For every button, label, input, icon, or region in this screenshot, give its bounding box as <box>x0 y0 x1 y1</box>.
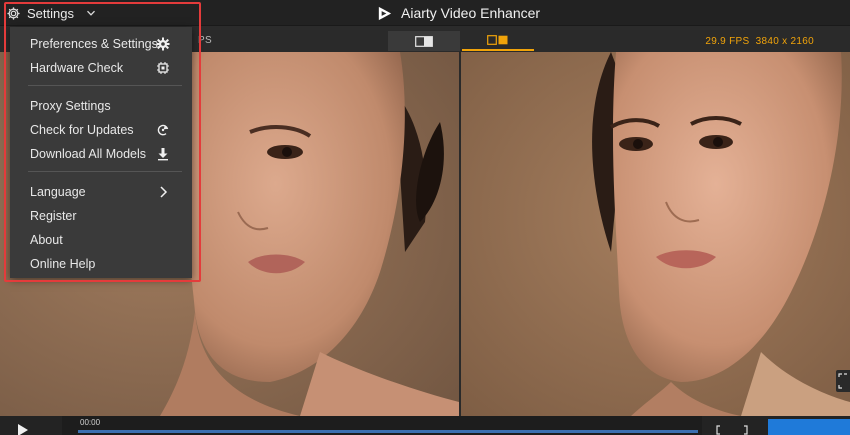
menu-separator <box>28 171 182 172</box>
menu-item-label: Download All Models <box>30 147 147 161</box>
fullscreen-button[interactable] <box>836 370 850 392</box>
menu-item-language[interactable]: Language <box>10 180 192 204</box>
settings-menu-button[interactable]: Settings <box>6 3 96 23</box>
menu-item-label: Language <box>30 185 86 199</box>
title-bar: Settings Aiarty Video Enhancer <box>0 0 850 26</box>
side-by-side-icon <box>487 35 508 45</box>
timeline-track[interactable] <box>78 430 698 433</box>
menu-separator <box>28 85 182 86</box>
current-time: 00:00 <box>80 418 101 427</box>
output-fps: 29.9 FPS <box>705 36 750 47</box>
app-logo-icon <box>376 5 393 22</box>
refresh-icon <box>156 123 170 137</box>
gear-icon <box>156 37 170 51</box>
menu-item-hardware-check[interactable]: Hardware Check <box>10 56 192 80</box>
fullscreen-icon <box>838 373 847 389</box>
enhanced-video-pane <box>461 52 850 416</box>
player-controls: 00:00 <box>0 416 850 435</box>
menu-item-label: Register <box>30 209 77 223</box>
settings-dropdown-menu: Preferences & Settings Hardware Check Pr… <box>10 27 192 278</box>
app-title: Aiarty Video Enhancer <box>376 3 540 23</box>
mark-in-icon[interactable] <box>716 425 726 435</box>
output-info: 29.9 FPS 3840 x 2160 <box>705 36 814 47</box>
menu-item-label: Preferences & Settings <box>30 37 158 51</box>
mark-out-icon[interactable] <box>738 425 748 435</box>
menu-item-label: About <box>30 233 63 247</box>
menu-item-register[interactable]: Register <box>10 204 192 228</box>
menu-item-label: Hardware Check <box>30 61 124 75</box>
menu-item-about[interactable]: About <box>10 228 192 252</box>
split-view-button[interactable] <box>388 31 460 51</box>
menu-item-check-updates[interactable]: Check for Updates <box>10 118 192 142</box>
chevron-down-icon <box>87 10 95 16</box>
download-icon <box>156 147 170 161</box>
menu-item-download-models[interactable]: Download All Models <box>10 142 192 166</box>
menu-item-label: Proxy Settings <box>30 99 111 113</box>
split-view-icon <box>415 35 433 47</box>
chevron-right-icon <box>156 185 170 199</box>
menu-item-label: Online Help <box>30 257 96 271</box>
gear-icon <box>6 6 21 21</box>
menu-item-online-help[interactable]: Online Help <box>10 252 192 276</box>
settings-label: Settings <box>27 5 74 21</box>
app-title-text: Aiarty Video Enhancer <box>401 5 541 21</box>
menu-item-label: Check for Updates <box>30 123 134 137</box>
menu-item-proxy-settings[interactable]: Proxy Settings <box>10 94 192 118</box>
output-resolution: 3840 x 2160 <box>755 36 814 47</box>
export-button[interactable] <box>768 419 850 435</box>
menu-item-preferences[interactable]: Preferences & Settings <box>10 32 192 56</box>
side-by-side-view-button[interactable] <box>462 31 534 51</box>
left-fps-label: PS <box>198 35 212 46</box>
play-button[interactable] <box>14 422 32 435</box>
enhanced-video-frame <box>461 52 850 416</box>
chip-icon <box>156 61 170 75</box>
